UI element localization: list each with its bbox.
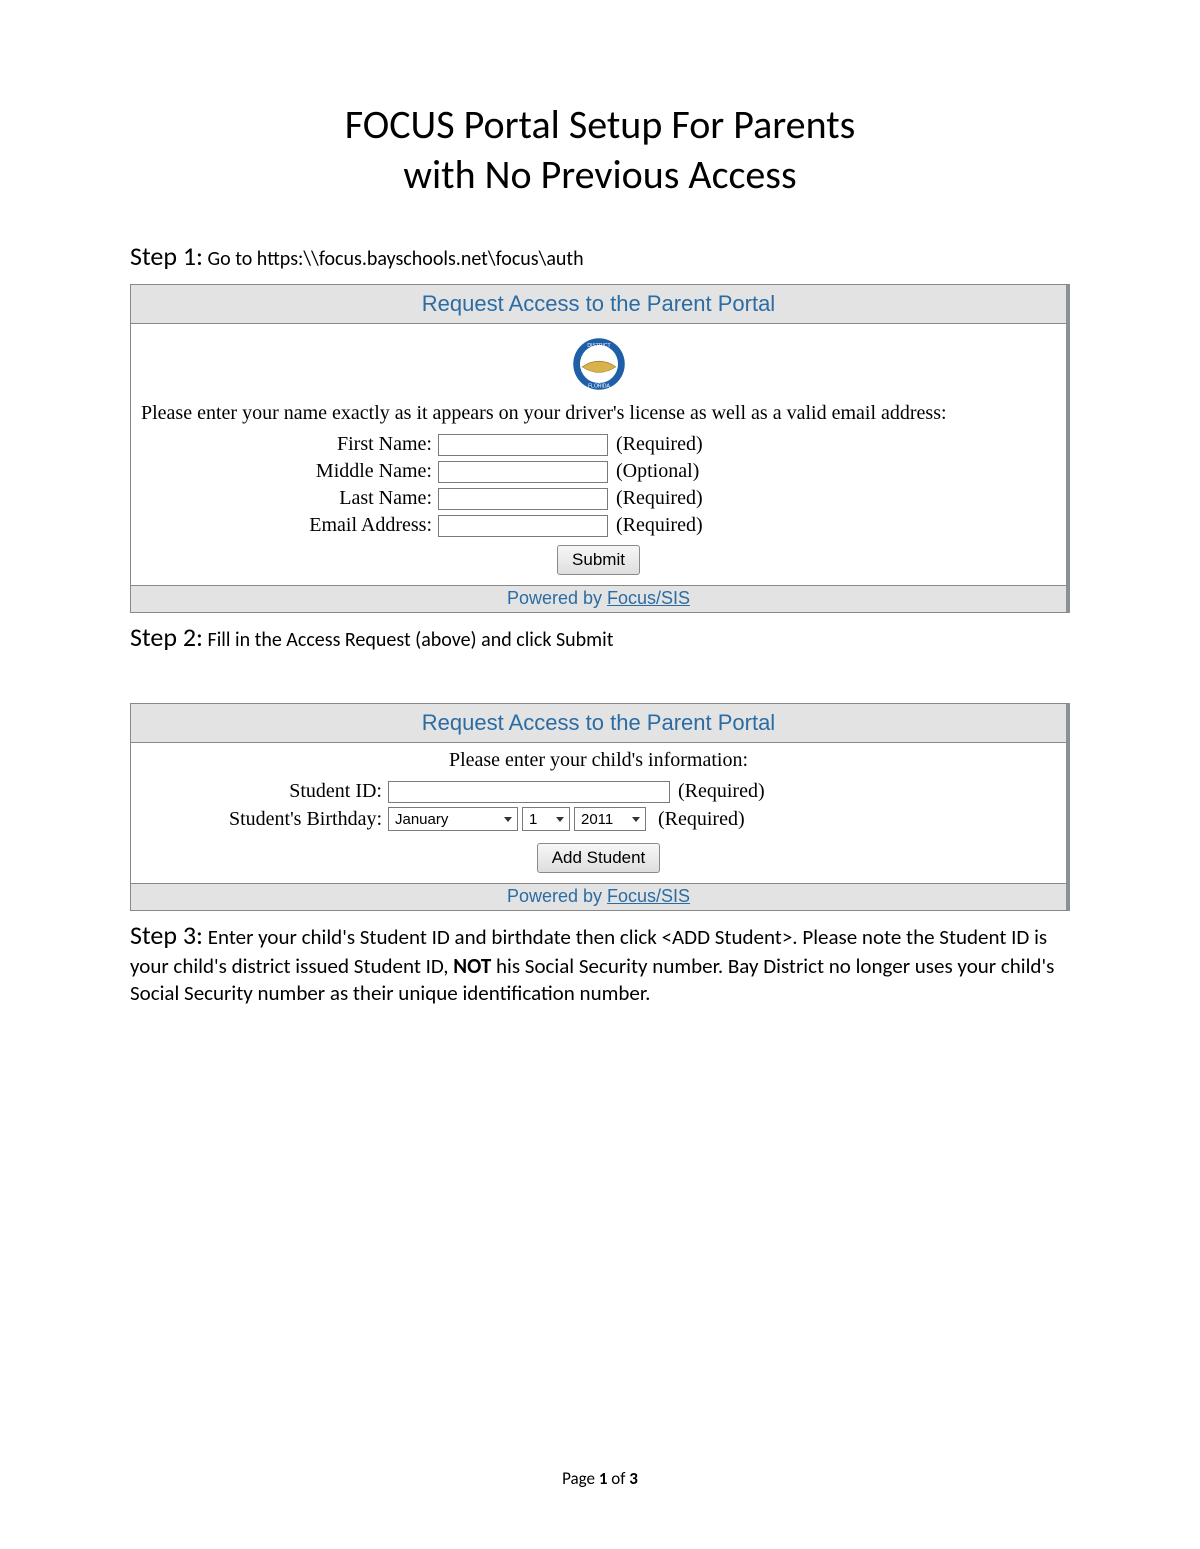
student-id-hint: (Required) — [670, 780, 765, 803]
email-label: Email Address: — [137, 514, 438, 537]
step-1-line: Step 1: Go to https:\\focus.bayschools.n… — [130, 240, 1070, 272]
last-name-input[interactable] — [438, 488, 608, 510]
first-name-input[interactable] — [438, 434, 608, 456]
step-3-not: NOT — [453, 953, 491, 979]
birthday-year-value: 2011 — [581, 811, 613, 828]
birthday-month-value: January — [395, 811, 448, 828]
first-name-row: First Name: (Required) — [137, 431, 1060, 458]
step-3-label: Step 3: — [130, 919, 203, 951]
focus-sis-link-1[interactable]: Focus/SIS — [607, 588, 690, 608]
middle-name-input[interactable] — [438, 461, 608, 483]
student-id-label: Student ID: — [137, 780, 388, 803]
first-name-label: First Name: — [137, 433, 438, 456]
step-1-text: Go to https:\\focus.bayschools.net\focus… — [208, 247, 584, 271]
birthday-row: Student's Birthday: January 1 2011 (Requ… — [137, 805, 1060, 837]
add-student-button[interactable]: Add Student — [537, 843, 661, 873]
panel-2-footer: Powered by Focus/SIS — [131, 883, 1066, 910]
student-id-input[interactable] — [388, 781, 670, 803]
first-name-hint: (Required) — [608, 433, 703, 456]
page-total: 3 — [629, 1468, 638, 1489]
birthday-year-select[interactable]: 2011 — [574, 807, 646, 831]
birthday-day-value: 1 — [529, 811, 537, 828]
doc-title: FOCUS Portal Setup For Parents with No P… — [130, 100, 1070, 200]
page-prefix: Page — [562, 1468, 599, 1489]
page-mid: of — [607, 1468, 629, 1489]
birthday-label: Student's Birthday: — [137, 808, 388, 831]
svg-text:DISTRICT: DISTRICT — [587, 343, 610, 349]
middle-name-row: Middle Name: (Optional) — [137, 458, 1060, 485]
focus-sis-link-2[interactable]: Focus/SIS — [607, 886, 690, 906]
panel-2-instruction: Please enter your child's information: — [137, 749, 1060, 778]
birthday-hint: (Required) — [650, 808, 745, 831]
student-id-row: Student ID: (Required) — [137, 778, 1060, 805]
panel-1-header: Request Access to the Parent Portal — [131, 285, 1066, 324]
request-access-panel-1: Request Access to the Parent Portal DIST… — [130, 284, 1070, 613]
step-3-block: Step 3: Enter your child's Student ID an… — [130, 919, 1070, 1007]
panel-1-footer: Powered by Focus/SIS — [131, 585, 1066, 612]
district-logo-row: DISTRICT FLORIDA — [137, 330, 1060, 402]
last-name-row: Last Name: (Required) — [137, 485, 1060, 512]
birthday-month-select[interactable]: January — [388, 807, 518, 831]
step-2-line: Step 2: Fill in the Access Request (abov… — [130, 621, 1070, 653]
email-row: Email Address: (Required) — [137, 512, 1060, 539]
panel-1-instruction: Please enter your name exactly as it app… — [137, 402, 1060, 431]
step-1-label: Step 1: — [130, 240, 203, 272]
submit-button[interactable]: Submit — [557, 545, 640, 575]
birthday-day-select[interactable]: 1 — [522, 807, 570, 831]
middle-name-label: Middle Name: — [137, 460, 438, 483]
step-2-text: Fill in the Access Request (above) and c… — [208, 628, 614, 652]
panel-2-footer-prefix: Powered by — [507, 886, 607, 906]
email-input[interactable] — [438, 515, 608, 537]
title-line-2: with No Previous Access — [403, 150, 796, 199]
email-hint: (Required) — [608, 514, 703, 537]
last-name-hint: (Required) — [608, 487, 703, 510]
svg-text:FLORIDA: FLORIDA — [588, 384, 610, 390]
page-number: Page 1 of 3 — [0, 1468, 1200, 1489]
title-line-1: FOCUS Portal Setup For Parents — [345, 100, 856, 149]
district-seal-icon: DISTRICT FLORIDA — [571, 336, 627, 392]
last-name-label: Last Name: — [137, 487, 438, 510]
middle-name-hint: (Optional) — [608, 460, 699, 483]
step-2-label: Step 2: — [130, 621, 203, 653]
panel-2-header: Request Access to the Parent Portal — [131, 704, 1066, 743]
panel-1-footer-prefix: Powered by — [507, 588, 607, 608]
request-access-panel-2: Request Access to the Parent Portal Plea… — [130, 703, 1070, 911]
